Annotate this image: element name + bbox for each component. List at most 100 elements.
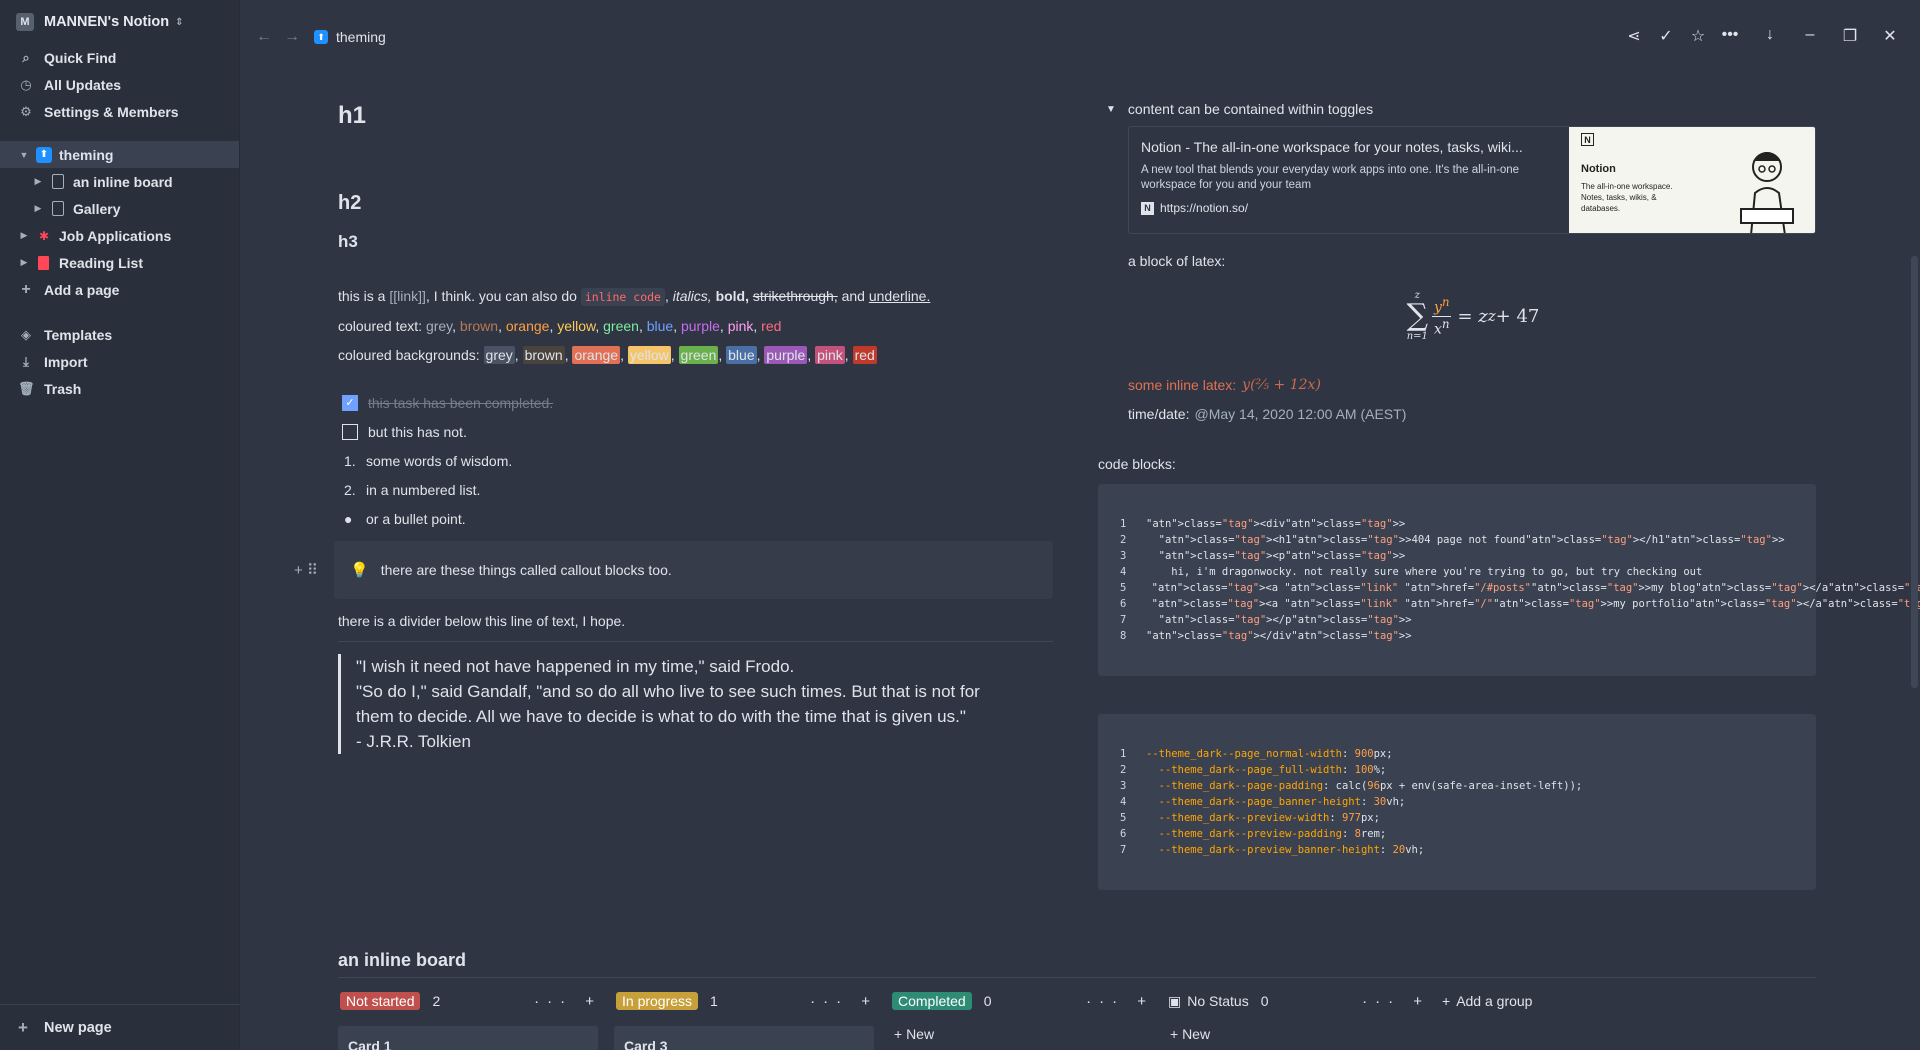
forward-arrow-icon[interactable]: → (284, 28, 300, 46)
formatting-paragraph[interactable]: this is a [[link]], I think. you can als… (338, 282, 1053, 312)
callout-block[interactable]: + ⠿ 💡 there are these things called call… (294, 541, 1053, 599)
wiki-link[interactable]: [[link]] (389, 288, 426, 304)
add-page-button[interactable]: + Add a page (0, 276, 239, 303)
quote-block[interactable]: "I wish it need not have happened in my … (338, 654, 1038, 754)
numbered-item[interactable]: 1. some words of wisdom. (338, 446, 1053, 475)
settings-members[interactable]: ⚙ Settings & Members (0, 98, 239, 125)
group-tag[interactable]: In progress (616, 992, 699, 1010)
group-tag[interactable]: Completed (892, 992, 972, 1010)
heading-2[interactable]: h2 (338, 192, 1053, 226)
list-text: in a numbered list. (366, 481, 481, 498)
todo-item-open: but this has not. (338, 417, 1053, 446)
bookmark-card[interactable]: Notion - The all-in-one workspace for yo… (1128, 126, 1816, 234)
quote-line: "I wish it need not have happened in my … (356, 657, 795, 676)
board-title[interactable]: an inline board (338, 944, 1816, 978)
code-block-css[interactable]: 1 --theme_dark--page_normal-width: 900px;… (1098, 714, 1816, 890)
board-card[interactable]: Card 1 (338, 1026, 598, 1050)
share-icon[interactable]: ⋖ (1622, 26, 1646, 46)
add-group-button[interactable]: + Add a group (1442, 990, 1718, 1012)
search-icon: ⌕ (22, 49, 30, 65)
breadcrumb-page[interactable]: theming (336, 29, 386, 45)
text: , I think. you can also do (425, 288, 581, 304)
group-actions[interactable]: ··· + (1086, 993, 1154, 1010)
heading-3[interactable]: h3 (338, 232, 1053, 262)
caret-right-icon[interactable]: ▶ (18, 230, 30, 241)
sidebar-item-theming[interactable]: ▼ ⬆ theming (0, 141, 239, 168)
heading-1[interactable]: h1 (338, 102, 1053, 142)
coloured-text-line[interactable]: coloured text: grey, brown, orange, yell… (338, 312, 1053, 341)
restore-icon[interactable]: ❐ (1838, 26, 1862, 46)
thumbnail-subtitle: The all-in-one workspace. Notes, tasks, … (1581, 182, 1673, 213)
caret-down-icon[interactable]: ▼ (18, 150, 30, 160)
latex-label[interactable]: a block of latex: (1128, 248, 1818, 274)
date-line[interactable]: time/date: @May 14, 2020 12:00 AM (AEST) (1128, 400, 1818, 428)
group-actions[interactable]: ··· + (534, 993, 602, 1010)
minimize-icon[interactable]: – (1798, 26, 1822, 44)
bold-text: bold, (715, 288, 749, 304)
checkbox-unchecked[interactable] (342, 423, 358, 440)
caret-right-icon[interactable]: ▶ (32, 176, 44, 187)
plus-icon: + (21, 280, 31, 298)
new-page-button[interactable]: + New page (0, 1004, 240, 1050)
checkbox-checked[interactable]: ✓ (342, 394, 358, 411)
group-tag[interactable]: Not started (340, 992, 421, 1010)
download-icon[interactable]: ↓ (1758, 26, 1782, 44)
toggle-text: content can be contained within toggles (1127, 101, 1374, 117)
inline-latex-line[interactable]: some inline latex: y(⅖ + 12x) (1128, 370, 1818, 400)
workspace-switcher[interactable]: M MANNEN's Notion ⇕ (0, 0, 239, 44)
separator: , (452, 318, 460, 334)
separator: , (670, 347, 679, 363)
code-text: "atn">class="tag"></p"atn">class="tag">> (1158, 614, 1412, 626)
latex-block[interactable]: z ∑ n=1 yn xn = zz + 47 (1128, 274, 1818, 358)
text-orange: orange (505, 318, 550, 334)
back-arrow-icon[interactable]: ← (256, 28, 272, 46)
code-text: hi, i'm dragonwocky. not really sure whe… (1146, 566, 1703, 578)
bg-purple: purple (764, 346, 808, 364)
star-icon[interactable]: ☆ (1686, 26, 1710, 46)
bullet-item[interactable]: ● or a bullet point. (338, 504, 1053, 533)
code-line: 4 hi, i'm dragonwocky. not really sure w… (1120, 564, 1816, 580)
divider-paragraph[interactable]: there is a divider below this line of te… (338, 603, 1053, 639)
templates[interactable]: ◈ Templates (0, 321, 239, 348)
code-label[interactable]: code blocks: (1098, 452, 1818, 476)
new-card-button[interactable]: + New (1166, 1026, 1442, 1042)
board-card[interactable]: Card 3 (614, 1026, 874, 1050)
code-block-html[interactable]: 1 "atn">class="tag"><div"atn">class="tag"… (1098, 484, 1920, 676)
numbered-item[interactable]: 2. in a numbered list. (338, 475, 1053, 504)
coloured-bg-line[interactable]: coloured backgrounds: grey, brown, orang… (338, 341, 1053, 370)
sidebar-item-reading-list[interactable]: ▶ Reading List (0, 249, 239, 276)
more-icon[interactable]: ••• (1718, 26, 1742, 44)
close-icon[interactable]: ✕ (1878, 26, 1902, 46)
caret-right-icon[interactable]: ▶ (32, 203, 44, 214)
line-number: 4 (1120, 566, 1127, 578)
group-count: 0 (1260, 993, 1269, 1009)
code-text: "atn">class="tag"><a "atn">class="link" … (1151, 598, 1920, 610)
bookmark-title: Notion - The all-in-one workspace for yo… (1141, 139, 1523, 155)
text: this is a (338, 288, 390, 304)
quick-find[interactable]: ⌕ Quick Find (0, 44, 239, 71)
new-card-button[interactable]: + New (890, 1026, 1166, 1042)
add-block-icon[interactable]: + ⠿ (294, 561, 318, 579)
trash[interactable]: 🗑 Trash (0, 375, 239, 402)
board-groups: Not started 2 ··· + Card 1 In progress 1… (338, 990, 1816, 1050)
sidebar-item-label: Reading List (59, 254, 144, 271)
group-tag[interactable]: No Status (1187, 993, 1248, 1009)
sidebar-item-inline-board[interactable]: ▶ an inline board (0, 168, 239, 195)
separator: , (719, 318, 728, 334)
scrollbar-thumb[interactable] (1911, 256, 1918, 688)
check-icon[interactable]: ✓ (1654, 26, 1678, 46)
import[interactable]: ⤓ Import (0, 348, 239, 375)
group-actions[interactable]: ··· + (1362, 993, 1430, 1010)
date-mention[interactable]: @May 14, 2020 12:00 AM (AEST) (1194, 406, 1406, 422)
all-updates[interactable]: ◷ All Updates (0, 71, 239, 98)
sidebar-item-gallery[interactable]: ▶ Gallery (0, 195, 239, 222)
group-count: 2 (432, 993, 441, 1009)
caret-right-icon[interactable]: ▶ (18, 257, 30, 268)
strike-text: strikethrough, (752, 288, 838, 304)
group-actions[interactable]: ··· + (810, 993, 878, 1010)
text-grey: grey (425, 318, 453, 334)
caret-down-icon[interactable]: ▼ (1106, 104, 1116, 115)
breadcrumb: ← → ⬆ theming (256, 28, 386, 46)
toggle-block[interactable]: ▼ content can be contained within toggle… (1098, 96, 1818, 122)
sidebar-item-job-applications[interactable]: ▶ ✱ Job Applications (0, 222, 239, 249)
